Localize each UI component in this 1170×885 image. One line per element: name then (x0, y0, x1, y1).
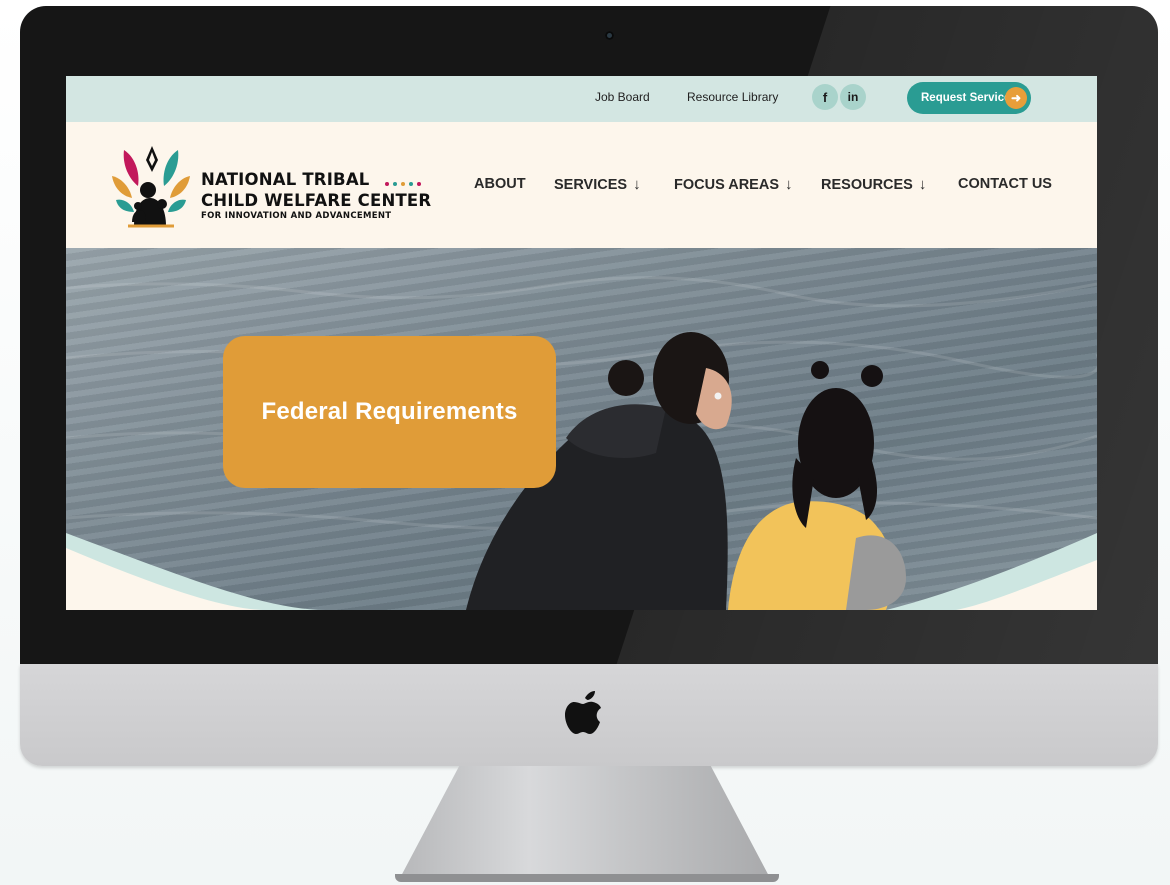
logo-dots-icon (385, 171, 425, 191)
resource-library-link[interactable]: Resource Library (687, 90, 778, 104)
nav-item-services[interactable]: SERVICES ↓ (554, 176, 641, 193)
utility-bar: Job Board Resource Library f in Request … (66, 76, 1097, 122)
logo-line-2: CHILD WELFARE CENTER (201, 190, 432, 210)
monitor-stand-base (395, 874, 779, 882)
nav-item-about[interactable]: ABOUT (474, 176, 526, 192)
monitor-stand (400, 766, 770, 878)
nav-item-label: CONTACT US (958, 176, 1052, 192)
website-screen: Job Board Resource Library f in Request … (66, 76, 1097, 610)
nav-item-focus-areas[interactable]: FOCUS AREAS ↓ (674, 176, 793, 193)
arrow-down-icon: ↓ (918, 176, 927, 193)
arrow-right-icon: ➜ (1005, 87, 1027, 109)
logo-line-3: FOR INNOVATION AND ADVANCEMENT (201, 210, 392, 221)
nav-item-label: SERVICES (554, 177, 628, 193)
logo-wordmark[interactable]: NATIONAL TRIBAL CHILD WELFARE CENTER FOR… (201, 170, 431, 221)
nav-item-resources[interactable]: RESOURCES ↓ (821, 176, 926, 193)
request-services-label: Request Services (921, 92, 1017, 104)
job-board-link[interactable]: Job Board (595, 90, 650, 104)
logo-feather-icon[interactable] (108, 142, 194, 228)
facebook-icon[interactable]: f (812, 84, 838, 110)
nav-item-contact-us[interactable]: CONTACT US (958, 176, 1052, 192)
camera-icon (605, 31, 614, 40)
request-services-button[interactable]: Request Services ➜ (907, 82, 1031, 114)
hero-banner: Federal Requirements (66, 248, 1097, 610)
logo-line-1: NATIONAL TRIBAL (201, 170, 370, 189)
hero-photo-mother-child-by-water (66, 276, 1097, 610)
nav-item-label: FOCUS AREAS (674, 177, 779, 193)
arrow-down-icon: ↓ (785, 176, 793, 193)
main-header: NATIONAL TRIBAL CHILD WELFARE CENTER FOR… (66, 122, 1097, 248)
nav-item-label: RESOURCES (821, 177, 913, 193)
linkedin-icon[interactable]: in (840, 84, 866, 110)
apple-logo-icon (565, 691, 601, 734)
hero-title: Federal Requirements (261, 398, 518, 425)
nav-item-label: ABOUT (474, 176, 526, 192)
arrow-down-icon: ↓ (633, 176, 641, 193)
hero-title-card[interactable]: Federal Requirements (223, 336, 556, 488)
